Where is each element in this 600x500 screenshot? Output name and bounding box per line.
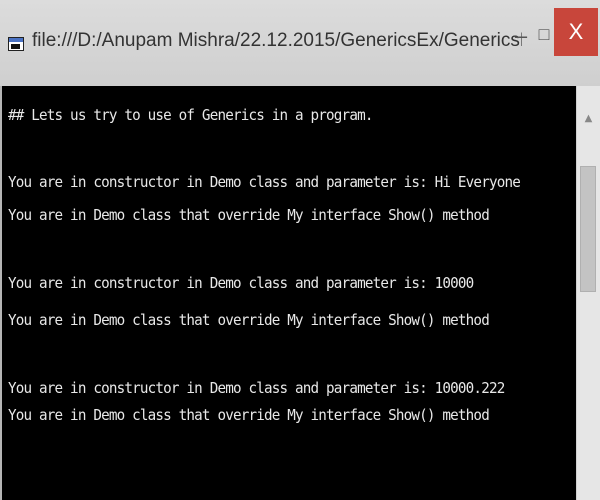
minimize-button[interactable]: – [508, 0, 534, 50]
close-button[interactable]: X [554, 8, 598, 56]
maximize-button[interactable]: □ [532, 0, 556, 50]
console-window: file:///D:/Anupam Mishra/22.12.2015/Gene… [0, 0, 600, 500]
vertical-scrollbar[interactable]: ▲ [576, 86, 600, 500]
console-line-heading: ## Lets us try to use of Generics in a p… [8, 106, 373, 124]
console-line: You are in Demo class that override My i… [8, 311, 490, 329]
window-title: file:///D:/Anupam Mishra/22.12.2015/Gene… [32, 30, 522, 51]
scroll-up-arrow-icon[interactable]: ▲ [577, 110, 600, 128]
console-app-icon[interactable] [8, 37, 24, 51]
console-line: You are in constructor in Demo class and… [8, 274, 474, 292]
console-line: You are in Demo class that override My i… [8, 406, 490, 424]
console-line: You are in constructor in Demo class and… [8, 173, 521, 191]
console-line: You are in Demo class that override My i… [8, 206, 490, 224]
console-line: You are in constructor in Demo class and… [8, 379, 505, 397]
console-output-area[interactable]: ## Lets us try to use of Generics in a p… [0, 86, 576, 500]
scrollbar-thumb[interactable] [580, 166, 596, 292]
title-bar[interactable]: file:///D:/Anupam Mishra/22.12.2015/Gene… [0, 0, 600, 86]
